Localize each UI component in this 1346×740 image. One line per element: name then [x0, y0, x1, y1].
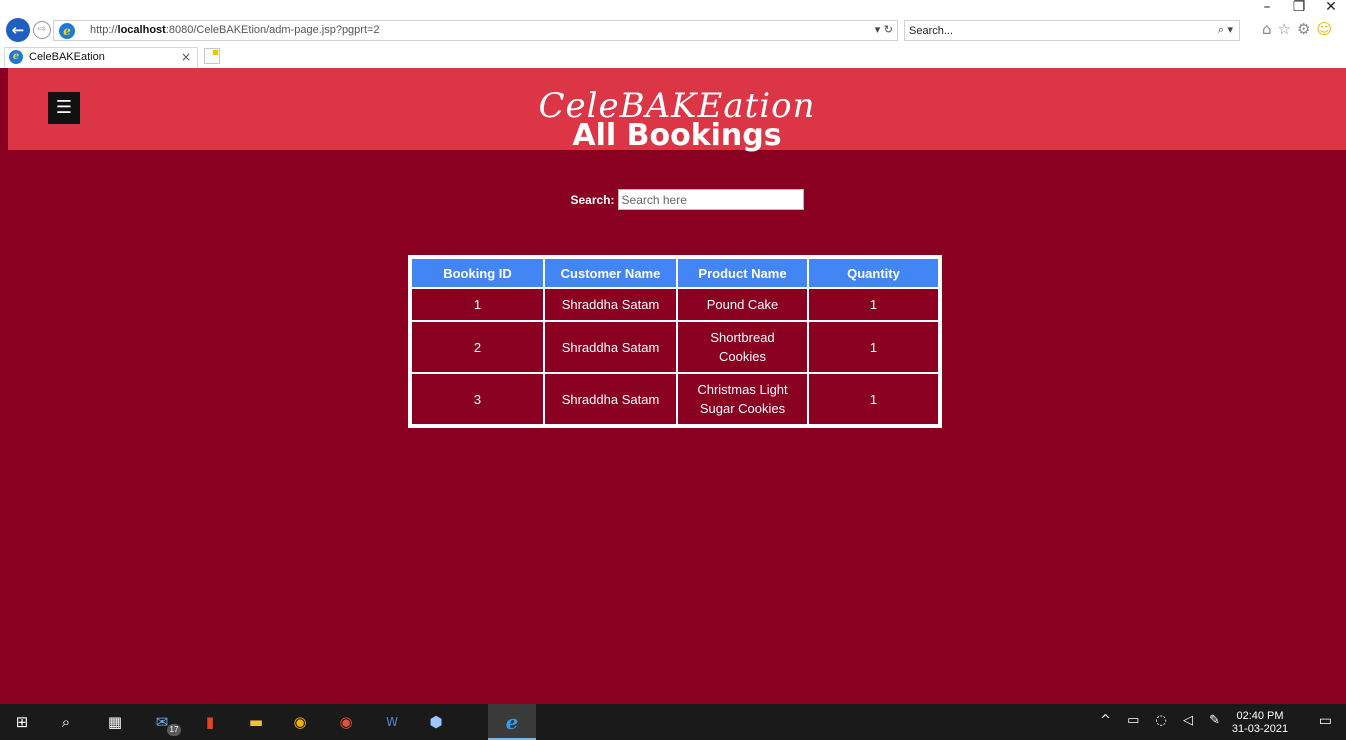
- address-url[interactable]: http://localhost:8080/CeleBAKEtion/adm-p…: [90, 24, 380, 36]
- office-icon[interactable]: ▮: [200, 712, 220, 732]
- booking-id-cell: 3: [411, 373, 544, 425]
- forward-button[interactable]: ⇨: [33, 21, 51, 39]
- tab-strip: e CeleBAKEation ×: [0, 47, 1346, 67]
- bookings-table: Booking ID Customer Name Product Name Qu…: [408, 255, 942, 428]
- word-icon[interactable]: W: [382, 712, 402, 732]
- ie-tab-icon: e: [9, 50, 23, 64]
- tab-title: CeleBAKEation: [29, 51, 105, 63]
- search-label: Search:: [570, 192, 615, 207]
- booking-id-cell: 2: [411, 321, 544, 373]
- box-icon[interactable]: ⬢: [426, 712, 446, 732]
- bookings-search: Search:: [0, 189, 1346, 210]
- window-controls: – ❐ ✕: [1258, 0, 1340, 16]
- clock-time: 02:40 PM: [1236, 710, 1284, 722]
- windows-taskbar: ⊞ ⌕ ▦ ✉ 17 ▮ ▬ ◉ ◉ W ⬢ e ^ ▭ ◌ ◁ ✎ 02:40…: [0, 704, 1346, 740]
- quantity-cell: 1: [808, 321, 939, 373]
- column-header-quantity: Quantity: [808, 258, 939, 288]
- back-button[interactable]: ←: [6, 18, 30, 42]
- quantity-cell: 1: [808, 373, 939, 425]
- refresh-icon[interactable]: ▾ ↻: [875, 23, 893, 36]
- browser-toolbar: ⌂ ☆ ⚙ ☺: [1262, 20, 1332, 38]
- tab-celebakeation[interactable]: e CeleBAKEation ×: [4, 47, 198, 67]
- quantity-cell: 1: [808, 288, 939, 321]
- url-prefix: http://: [90, 24, 118, 36]
- chrome-icon[interactable]: ◉: [290, 712, 310, 732]
- navigation-bar: ← ⇨ e http://localhost:8080/CeleBAKEtion…: [0, 17, 1346, 43]
- customer-name-cell: Shraddha Satam: [544, 321, 677, 373]
- tab-close-icon[interactable]: ×: [181, 50, 191, 64]
- table-row: 3 Shraddha Satam Christmas Light Sugar C…: [411, 373, 939, 425]
- url-path: :8080/CeleBAKEtion/adm-page.jsp?pgprt=2: [165, 24, 380, 36]
- close-window-button[interactable]: ✕: [1322, 0, 1340, 16]
- browser-search-input[interactable]: [909, 23, 1189, 38]
- column-header-customer-name: Customer Name: [544, 258, 677, 288]
- restore-button[interactable]: ❐: [1290, 0, 1308, 16]
- search-icon[interactable]: ⌕ ▾: [1218, 23, 1233, 37]
- mail-badge: 17: [167, 724, 181, 736]
- search-icon[interactable]: ⌕: [56, 712, 76, 732]
- table-header-row: Booking ID Customer Name Product Name Qu…: [411, 258, 939, 288]
- product-name-cell: Pound Cake: [677, 288, 808, 321]
- favorites-star-icon[interactable]: ☆: [1278, 20, 1291, 38]
- table-row: 1 Shraddha Satam Pound Cake 1: [411, 288, 939, 321]
- ie-page-icon: e: [59, 23, 75, 39]
- browser-chrome: – ❐ ✕ ← ⇨ e http://localhost:8080/CeleBA…: [0, 0, 1346, 68]
- new-tab-button[interactable]: [204, 48, 220, 64]
- calculator-icon[interactable]: ▦: [105, 712, 125, 732]
- notifications-icon[interactable]: ▭: [1319, 713, 1332, 729]
- system-tray-icons[interactable]: ^ ▭ ◌ ◁ ✎: [1100, 713, 1226, 728]
- settings-gear-icon[interactable]: ⚙: [1297, 20, 1310, 38]
- column-header-booking-id: Booking ID: [411, 258, 544, 288]
- minimize-button[interactable]: –: [1258, 0, 1276, 16]
- chrome-profile-icon[interactable]: ◉: [336, 712, 356, 732]
- feedback-smiley-icon[interactable]: ☺: [1316, 20, 1332, 38]
- address-bar[interactable]: e http://localhost:8080/CeleBAKEtion/adm…: [53, 20, 898, 41]
- browser-search-box[interactable]: ⌕ ▾: [904, 20, 1240, 41]
- file-explorer-icon[interactable]: ▬: [246, 712, 266, 732]
- product-name-cell: Shortbread Cookies: [677, 321, 808, 373]
- search-input[interactable]: [617, 189, 804, 210]
- home-icon[interactable]: ⌂: [1262, 20, 1272, 38]
- customer-name-cell: Shraddha Satam: [544, 373, 677, 425]
- url-host: localhost: [117, 24, 166, 36]
- internet-explorer-icon[interactable]: e: [502, 712, 522, 732]
- page-title: All Bookings: [572, 118, 782, 153]
- product-name-cell: Christmas Light Sugar Cookies: [677, 373, 808, 425]
- column-header-product-name: Product Name: [677, 258, 808, 288]
- windows-start-icon[interactable]: ⊞: [12, 712, 32, 732]
- booking-id-cell: 1: [411, 288, 544, 321]
- clock-date: 31-03-2021: [1231, 723, 1289, 735]
- customer-name-cell: Shraddha Satam: [544, 288, 677, 321]
- table-row: 2 Shraddha Satam Shortbread Cookies 1: [411, 321, 939, 373]
- taskbar-clock[interactable]: 02:40 PM 31-03-2021: [1230, 710, 1290, 736]
